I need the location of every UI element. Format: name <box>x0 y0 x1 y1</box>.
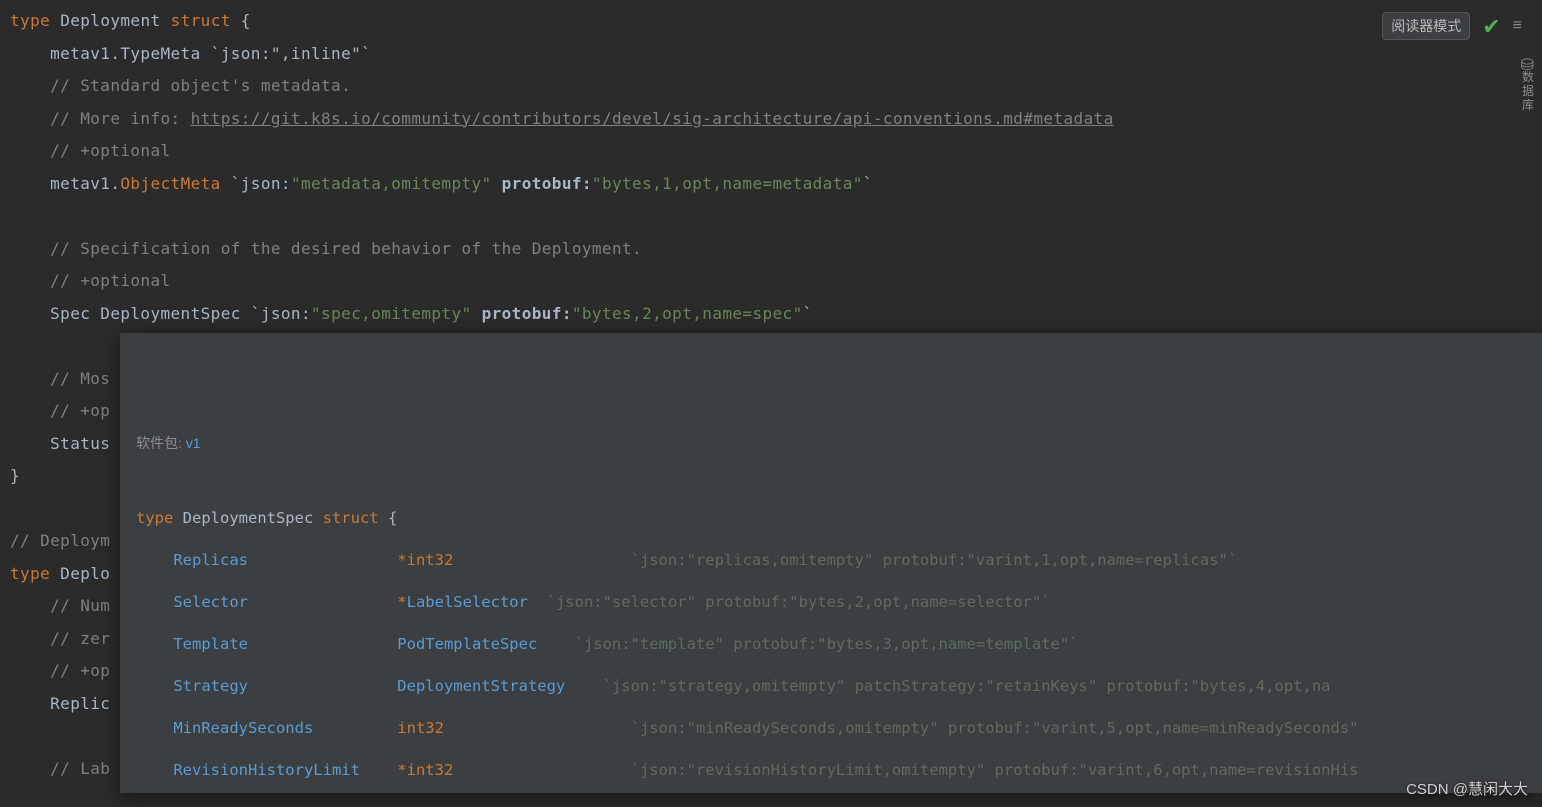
type-name: Deployment <box>60 11 160 30</box>
string: "bytes,1,opt,name=metadata" <box>592 174 863 193</box>
keyword-struct: struct <box>171 11 231 30</box>
watermark: CSDN @慧闲大大 <box>1406 778 1528 799</box>
string: "spec,omitempty" <box>311 304 472 323</box>
code: ` <box>863 174 873 193</box>
comment: // Lab <box>10 759 110 778</box>
comment: // More info: <box>10 109 191 128</box>
code: `json: <box>241 304 311 323</box>
code: Deplo <box>50 564 110 583</box>
comment: // Deploym <box>10 531 110 550</box>
keyword-struct: struct <box>323 509 379 527</box>
keyword-type: type <box>10 11 50 30</box>
code: protobuf: <box>472 304 572 323</box>
type-name: DeploymentSpec <box>173 509 322 527</box>
type-ref: ObjectMeta <box>120 174 220 193</box>
lines-icon[interactable]: ≡ <box>1513 17 1522 35</box>
database-label[interactable]: 数据库 <box>1518 70 1538 112</box>
code-line: Status <box>10 434 110 453</box>
code: ` <box>803 304 813 323</box>
comment: // +optional <box>10 141 171 160</box>
keyword-type: type <box>136 509 173 527</box>
comment: // +op <box>10 401 110 420</box>
comment: // zer <box>10 629 110 648</box>
string: "bytes,2,opt,name=spec" <box>572 304 803 323</box>
code: protobuf: <box>492 174 592 193</box>
code-line: metav1. <box>10 174 120 193</box>
brace: } <box>10 466 20 485</box>
code-line: Replic <box>10 694 110 713</box>
comment: // +op <box>10 661 110 680</box>
doc-link[interactable]: https://git.k8s.io/community/contributor… <box>191 109 1114 128</box>
quick-doc-popup[interactable]: 软件包: v1 type DeploymentSpec struct { Rep… <box>120 333 1542 793</box>
brace: { <box>231 11 251 30</box>
comment: // Num <box>10 596 110 615</box>
type-ref: DeploymentSpec <box>100 304 240 323</box>
brace: { <box>379 509 398 527</box>
string: "metadata,omitempty" <box>291 174 492 193</box>
comment: // Specification of the desired behavior… <box>10 239 642 258</box>
code-line: Spec <box>10 304 100 323</box>
reader-mode-button[interactable]: 阅读器模式 <box>1382 12 1470 40</box>
inspection-ok-icon[interactable]: ✔ <box>1482 14 1500 40</box>
comment: // Mos <box>10 369 110 388</box>
keyword-type: type <box>10 564 50 583</box>
package-name: v1 <box>186 435 201 451</box>
comment: // Standard object's metadata. <box>10 76 351 95</box>
popup-package-header: 软件包: v1 <box>136 431 1526 455</box>
code: `json: <box>221 174 291 193</box>
code-line: metav1.TypeMeta `json:",inline"` <box>10 44 371 63</box>
comment: // +optional <box>10 271 171 290</box>
toolbar: 阅读器模式 ✔ ≡ <box>1382 12 1522 40</box>
code-editor[interactable]: 阅读器模式 ✔ ≡ ⛁ 数据库 type Deployment struct {… <box>0 0 1542 807</box>
